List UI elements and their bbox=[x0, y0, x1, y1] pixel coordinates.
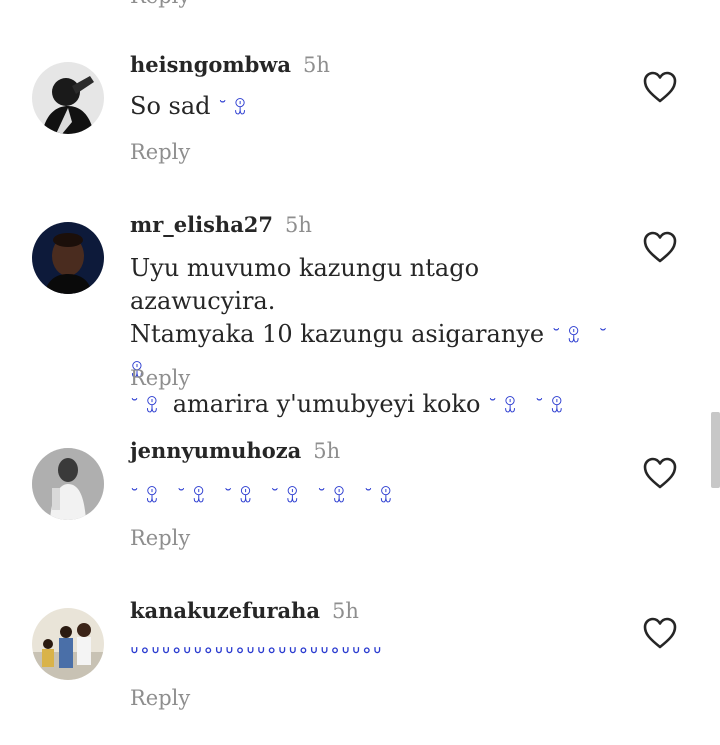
username[interactable]: kanakuzefuraha bbox=[130, 598, 320, 623]
comment-text-line: ˘ꀾ amarira y'umubyeyi koko ˘ꀾ ˘ꀾ bbox=[130, 388, 630, 423]
comment-meta: jennyumuhoza 5h bbox=[130, 438, 340, 463]
reply-button[interactable]: Reply bbox=[130, 526, 190, 550]
crying-emoji: ˘ꀾ ˘ꀾ bbox=[488, 396, 570, 417]
timestamp: 5h bbox=[313, 439, 341, 463]
comment-text-line: Uyu muvumo kazungu ntago azawucyira. bbox=[130, 254, 480, 315]
crying-emoji: ˘ꀾ ˘ꀾ ˘ꀾ ˘ꀾ ˘ꀾ ˘ꀾ bbox=[130, 486, 399, 507]
avatar[interactable] bbox=[32, 222, 104, 294]
comment-meta: heisngombwa 5h bbox=[130, 52, 330, 77]
comment-text: Uyu muvumo kazungu ntago azawucyira. Nta… bbox=[130, 252, 630, 423]
avatar[interactable] bbox=[32, 448, 104, 520]
comment-text: ᐡᐤᐡᐡᐤᐡᐡᐤᐡᐡᐤᐡᐡᐤᐡᐡᐤᐡᐡᐤᐡᐡᐤᐡ bbox=[130, 638, 630, 672]
crying-emoji: ˘ꀾ bbox=[218, 98, 254, 119]
comment-text: ˘ꀾ ˘ꀾ ˘ꀾ ˘ꀾ ˘ꀾ ˘ꀾ bbox=[130, 478, 630, 513]
heart-outline-icon[interactable] bbox=[642, 456, 678, 490]
username[interactable]: mr_elisha27 bbox=[130, 212, 273, 237]
reply-button[interactable]: Reply bbox=[130, 686, 190, 710]
comment-text-line: So sad bbox=[130, 92, 219, 120]
scrollbar-thumb[interactable] bbox=[711, 412, 720, 488]
comment-text-fragment: Ntamyaka 10 kazungu asigaranye bbox=[130, 320, 552, 348]
timestamp: 5h bbox=[285, 213, 312, 237]
reply-link[interactable]: Reply bbox=[130, 0, 190, 8]
comment-text-line: Ntamyaka 10 kazungu asigaranye ˘ꀾ ˘ꀾ bbox=[130, 318, 630, 388]
timestamp: 5h bbox=[302, 53, 330, 77]
crying-emoji: ˘ꀾ bbox=[130, 396, 166, 417]
comment-text-fragment: amarira y'umubyeyi koko bbox=[165, 390, 489, 418]
reply-button[interactable]: Reply bbox=[130, 366, 190, 390]
reply-button[interactable]: Reply bbox=[130, 140, 190, 164]
username[interactable]: jennyumuhoza bbox=[130, 438, 301, 463]
comment-text: So sad ˘ꀾ bbox=[130, 90, 630, 125]
username[interactable]: heisngombwa bbox=[130, 52, 291, 77]
heart-outline-icon[interactable] bbox=[642, 70, 678, 104]
heart-outline-icon[interactable] bbox=[642, 616, 678, 650]
avatar[interactable] bbox=[32, 608, 104, 680]
comment-meta: mr_elisha27 5h bbox=[130, 212, 312, 237]
heart-outline-icon[interactable] bbox=[642, 230, 678, 264]
sobbing-emoji: ᐡᐤᐡᐡᐤᐡᐡᐤᐡᐡᐤᐡᐡᐤᐡᐡᐤᐡᐡᐤᐡᐡᐤᐡ bbox=[130, 643, 384, 668]
comment-meta: kanakuzefuraha 5h bbox=[130, 598, 359, 623]
avatar[interactable] bbox=[32, 62, 104, 134]
timestamp: 5h bbox=[331, 599, 359, 623]
